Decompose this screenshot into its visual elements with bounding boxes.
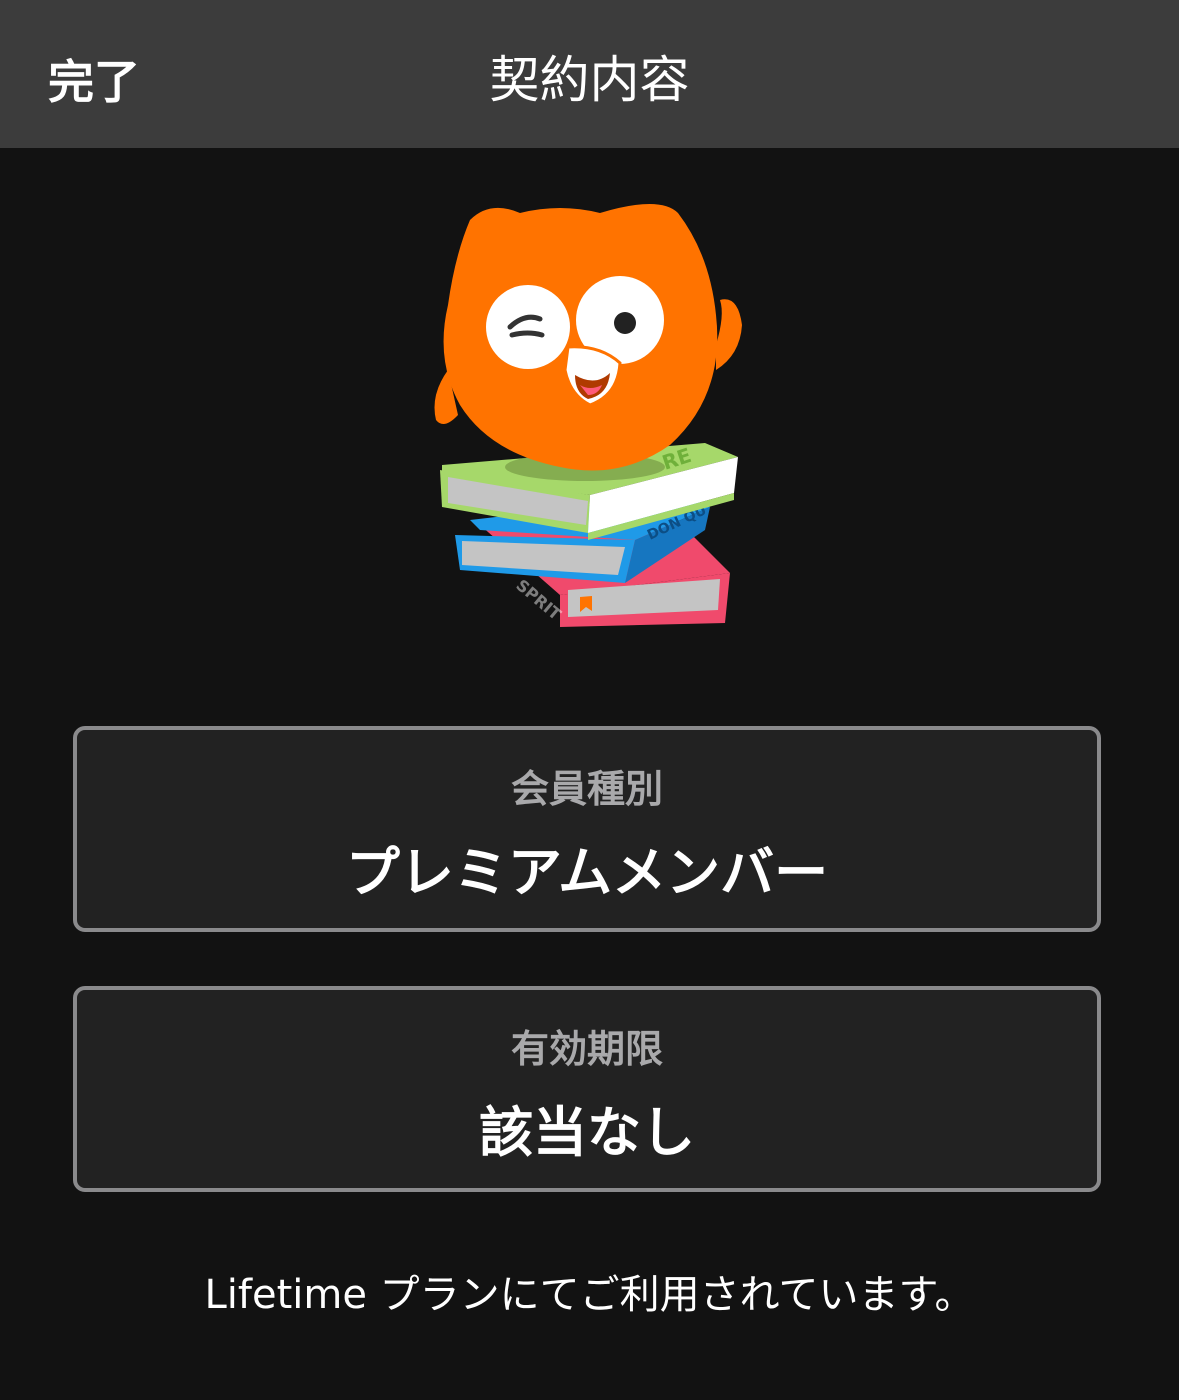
plan-description-text: Lifetime プランにてご利用されています。 (204, 1272, 975, 1318)
navigation-bar: 完了 契約内容 (0, 0, 1179, 148)
expiry-date-card: 有効期限 該当なし (73, 986, 1101, 1192)
page-title: 契約内容 (489, 51, 690, 109)
owl-icon (434, 204, 742, 471)
membership-type-card: 会員種別 プレミアムメンバー (73, 726, 1101, 932)
expiry-date-label: 有効期限 (510, 1027, 663, 1071)
membership-type-value: プレミアムメンバー (345, 841, 829, 904)
subscription-details-screen: 完了 契約内容 SPRIT DON QU RE 会員種別 プレミアムメンバー 有… (0, 0, 1179, 1400)
owl-on-books-icon: SPRIT DON QU RE (420, 195, 760, 640)
expiry-date-value: 該当なし (479, 1101, 695, 1164)
membership-type-label: 会員種別 (510, 767, 663, 811)
